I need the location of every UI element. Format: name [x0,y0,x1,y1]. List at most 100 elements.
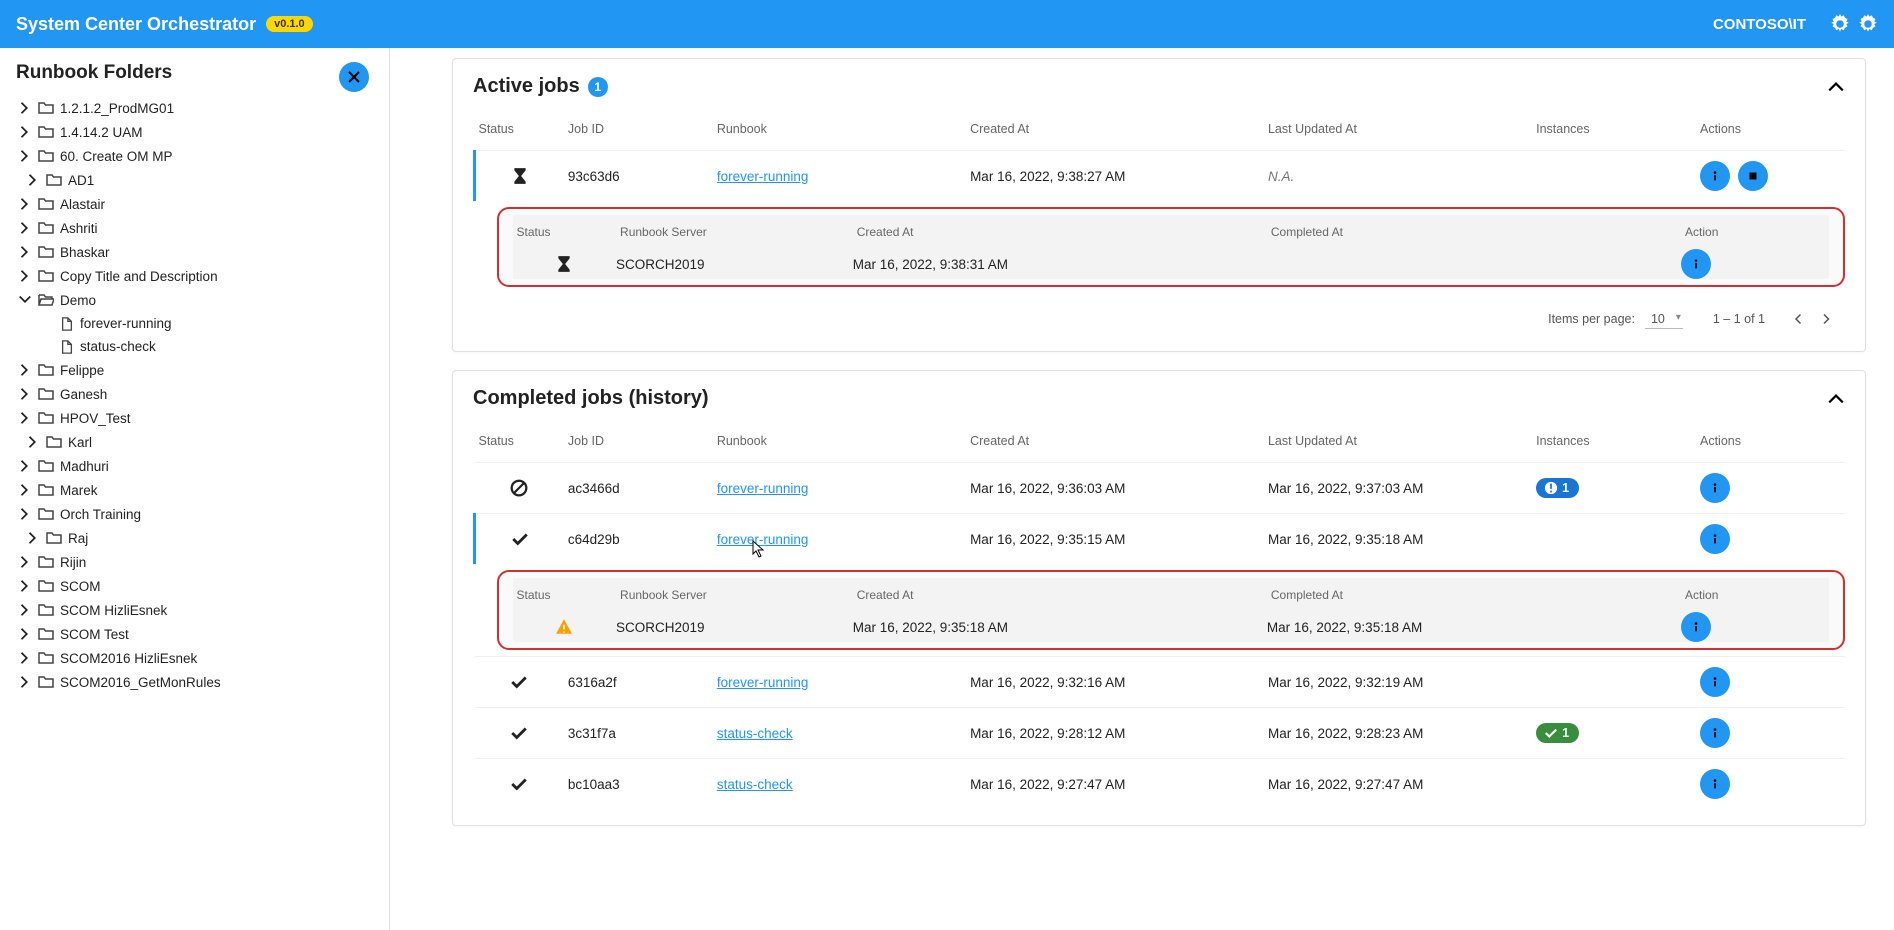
check-icon [511,530,529,548]
gear-icon[interactable] [1858,14,1878,34]
prev-page-button[interactable] [1785,305,1813,333]
folder-item[interactable]: Alastair [0,192,389,216]
table-row[interactable]: c64d29bforever-runningMar 16, 2022, 9:35… [475,514,1846,565]
completed-job-instance-panel: StatusRunbook ServerCreated AtCompleted … [497,570,1846,650]
folder-item[interactable]: SCOM Test [0,622,389,646]
folder-item[interactable]: SCOM [0,574,389,598]
folder-item[interactable]: SCOM HizliEsnek [0,598,389,622]
collapse-icon[interactable] [1827,78,1845,96]
folder-item[interactable]: Copy Title and Description [0,264,389,288]
sidebar: Runbook Folders 1.2.1.2_ProdMG011.4.14.2… [0,48,390,930]
runbook-link[interactable]: forever-running [717,169,809,184]
runbook-link[interactable]: forever-running [717,532,809,547]
runbook-link[interactable]: forever-running [717,481,809,496]
info-button[interactable] [1700,473,1730,503]
check-icon [510,775,528,793]
folder-item[interactable]: Raj [0,526,389,550]
info-button[interactable] [1681,249,1711,279]
file-icon [60,340,74,354]
warning-icon [555,618,573,636]
folder-item[interactable]: SCOM2016_GetMonRules [0,670,389,694]
chevron-icon [18,269,32,283]
info-button[interactable] [1700,718,1730,748]
runbook-item[interactable]: forever-running [0,312,389,335]
sidebar-title: Runbook Folders [16,62,373,84]
active-jobs-table: Status Job ID Runbook Created At Last Up… [473,114,1845,293]
version-badge: v0.1.0 [266,16,313,32]
folder-item[interactable]: SCOM2016 HizliEsnek [0,646,389,670]
runbook-link[interactable]: status-check [717,777,793,792]
folder-icon [46,530,62,546]
close-icon [346,69,362,85]
table-row[interactable]: 6316a2fforever-runningMar 16, 2022, 9:32… [475,657,1846,708]
info-button[interactable] [1700,769,1730,799]
table-row[interactable]: ac3466dforever-runningMar 16, 2022, 9:36… [475,463,1846,514]
folder-item[interactable]: Demo [0,288,389,312]
chevron-icon [18,101,32,115]
settings-icon[interactable] [1830,14,1850,34]
user-label: CONTOSO\IT [1713,16,1806,33]
chevron-icon [18,627,32,641]
folder-item[interactable]: Ashriti [0,216,389,240]
chevron-icon [18,293,32,307]
chevron-icon [18,579,32,593]
folder-item[interactable]: Bhaskar [0,240,389,264]
chevron-icon [18,125,32,139]
info-icon [1708,169,1722,183]
info-button[interactable] [1700,524,1730,554]
info-icon [1708,726,1722,740]
info-button[interactable] [1681,612,1711,642]
table-row[interactable]: 93c63d6 forever-running Mar 16, 2022, 9:… [475,151,1846,202]
folder-item[interactable]: AD1 [0,168,389,192]
folder-item[interactable]: Orch Training [0,502,389,526]
info-icon [1708,777,1722,791]
folder-icon [38,196,54,212]
collapse-sidebar-button[interactable] [339,62,369,92]
folder-item[interactable]: 1.4.14.2 UAM [0,120,389,144]
folder-item[interactable]: Madhuri [0,454,389,478]
folder-icon [46,172,62,188]
main-content: Active jobs 1 Status Job ID Runbook Crea… [390,48,1894,930]
info-icon [1689,257,1703,271]
folder-icon [38,100,54,116]
folder-item[interactable]: 60. Create OM MP [0,144,389,168]
folder-icon [38,386,54,402]
folder-item[interactable]: Rijin [0,550,389,574]
folder-item[interactable]: Felippe [0,358,389,382]
folder-item[interactable]: Marek [0,478,389,502]
completed-jobs-card: Completed jobs (history) Status Job ID R… [452,370,1866,826]
folder-item[interactable]: HPOV_Test [0,406,389,430]
chevron-icon [18,483,32,497]
folder-tree: 1.2.1.2_ProdMG011.4.14.2 UAM60. Create O… [0,94,389,930]
folder-icon [38,578,54,594]
chevron-icon [18,675,32,689]
folder-icon [38,626,54,642]
instance-row: SCORCH2019 Mar 16, 2022, 9:38:31 AM [513,249,1830,279]
folder-icon [38,244,54,260]
table-row[interactable]: 3c31f7astatus-checkMar 16, 2022, 9:28:12… [475,708,1846,759]
stop-button[interactable] [1738,161,1768,191]
info-button[interactable] [1700,161,1730,191]
runbook-link[interactable]: forever-running [717,675,809,690]
instance-badge: 1 [1536,478,1579,498]
folder-item[interactable]: Ganesh [0,382,389,406]
info-button[interactable] [1700,667,1730,697]
runbook-link[interactable]: status-check [717,726,793,741]
folder-icon [38,506,54,522]
chevron-left-icon [1793,313,1805,325]
collapse-icon[interactable] [1827,390,1845,408]
chevron-icon [18,221,32,235]
chevron-icon [18,651,32,665]
completed-jobs-table: Status Job ID Runbook Created At Last Up… [473,426,1845,809]
runbook-item[interactable]: status-check [0,335,389,358]
folder-icon [38,220,54,236]
folder-item[interactable]: Karl [0,430,389,454]
folder-icon [38,292,54,308]
table-row[interactable]: bc10aa3status-checkMar 16, 2022, 9:27:47… [475,759,1846,810]
chevron-icon [18,603,32,617]
folder-item[interactable]: 1.2.1.2_ProdMG01 [0,96,389,120]
next-page-button[interactable] [1813,305,1841,333]
stop-icon [1746,169,1760,183]
active-jobs-title: Active jobs [473,75,580,98]
items-per-page-select[interactable]: 10 [1645,310,1683,329]
